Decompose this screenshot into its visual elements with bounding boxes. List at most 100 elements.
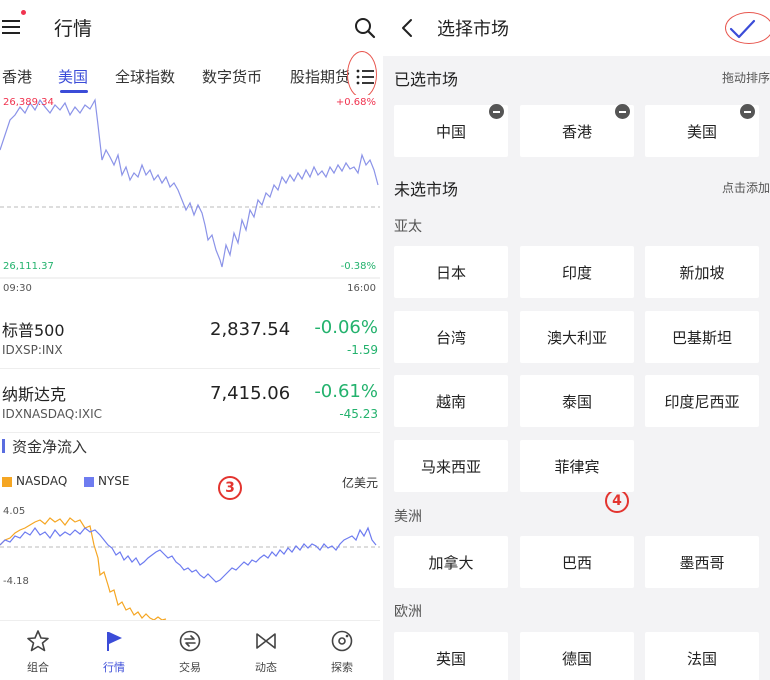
nav-portfolio[interactable]: 组合 xyxy=(0,621,76,680)
tab-hongkong[interactable]: 香港 xyxy=(2,66,32,87)
trade-icon xyxy=(179,630,201,652)
market-label: 菲律宾 xyxy=(554,458,600,476)
tab-usa[interactable]: 美国 xyxy=(58,66,88,87)
group-title-europe: 欧洲 xyxy=(394,604,422,620)
chart-high-pct: +0.68% xyxy=(335,97,376,108)
remove-icon[interactable] xyxy=(615,104,630,119)
selected-markets-title: 已选市场 xyxy=(394,70,459,89)
capital-flow-chart: 4.05 -4.18 xyxy=(0,500,380,621)
market-cell[interactable]: 台湾 xyxy=(394,311,508,363)
tab-global-index[interactable]: 全球指数 xyxy=(115,66,175,87)
market-cell[interactable]: 印度尼西亚 xyxy=(645,375,759,427)
market-label: 中国 xyxy=(435,123,466,141)
market-label: 越南 xyxy=(435,393,466,411)
index-change-value: -1.59 xyxy=(346,343,378,357)
page-title: 选择市场 xyxy=(437,19,509,40)
market-label: 加拿大 xyxy=(428,554,474,572)
index-change-value: -45.23 xyxy=(339,407,378,421)
nasdaq-swatch xyxy=(2,477,12,487)
step-badge-4: 4 xyxy=(605,489,629,513)
group-title-asia-pacific: 亚太 xyxy=(394,219,422,235)
market-label: 印度 xyxy=(561,264,592,282)
market-label: 香港 xyxy=(561,123,592,141)
nyse-swatch xyxy=(84,477,94,487)
nav-quotes[interactable]: 行情 xyxy=(76,621,152,680)
nav-trade[interactable]: 交易 xyxy=(152,621,228,680)
market-label: 美国 xyxy=(686,123,717,141)
market-quotes-screen: 行情 香港 美国 全球指数 数字货币 股指期货 26,389.34 +0.68% xyxy=(0,0,380,680)
market-cell[interactable]: 印度 xyxy=(520,246,634,298)
search-icon[interactable] xyxy=(354,17,376,39)
select-market-screen: 选择市场 已选市场 拖动排序 未选市场 点击添加 亚太 美洲 欧洲 4 中国 香港… xyxy=(383,0,770,680)
index-row-nasdaq[interactable]: 纳斯达克 IDXNASDAQ:IXIC 7,415.06 -0.61% -45.… xyxy=(0,369,380,433)
market-label: 巴西 xyxy=(561,554,592,572)
market-cell[interactable]: 泰国 xyxy=(520,375,634,427)
market-cell[interactable]: 香港 xyxy=(520,104,634,157)
unselected-markets-header: 未选市场 点击添加 xyxy=(383,168,770,204)
market-cell[interactable]: 法国 xyxy=(645,632,759,680)
index-change-pct: -0.61% xyxy=(314,381,378,402)
nyse-flow-line xyxy=(0,526,377,583)
menu-icon[interactable] xyxy=(2,16,24,38)
market-cell[interactable]: 德国 xyxy=(520,632,634,680)
chart-high-label: 26,389.34 xyxy=(3,97,54,108)
market-label: 巴基斯坦 xyxy=(671,329,732,347)
nav-label: 行情 xyxy=(103,661,125,674)
bowtie-icon xyxy=(256,633,276,649)
market-cell[interactable]: 墨西哥 xyxy=(645,536,759,588)
market-cell[interactable]: 巴西 xyxy=(520,536,634,588)
chart-low-pct: -0.38% xyxy=(340,261,376,272)
chart-start-time: 09:30 xyxy=(3,283,32,294)
market-label: 印度尼西亚 xyxy=(664,393,740,411)
remove-icon[interactable] xyxy=(489,104,504,119)
explore-icon xyxy=(331,630,353,652)
market-cell[interactable]: 英国 xyxy=(394,632,508,680)
market-cell[interactable]: 马来西亚 xyxy=(394,440,508,492)
market-cell[interactable]: 巴基斯坦 xyxy=(645,311,759,363)
market-cell[interactable]: 澳大利亚 xyxy=(520,311,634,363)
top-bar: 行情 xyxy=(0,0,380,56)
market-cell[interactable]: 越南 xyxy=(394,375,508,427)
flow-max-label: 4.05 xyxy=(3,506,26,517)
capital-flow-unit: 亿美元 xyxy=(341,476,378,490)
active-tab-indicator xyxy=(60,90,88,93)
drag-sort-hint: 拖动排序 xyxy=(721,71,770,85)
market-cell[interactable]: 日本 xyxy=(394,246,508,298)
market-label: 英国 xyxy=(435,650,466,668)
market-label: 台湾 xyxy=(435,329,466,347)
tab-crypto[interactable]: 数字货币 xyxy=(202,66,262,87)
remove-icon[interactable] xyxy=(740,104,755,119)
unselected-markets-title: 未选市场 xyxy=(394,180,459,199)
nav-feed[interactable]: 动态 xyxy=(228,621,304,680)
flag-icon xyxy=(107,632,122,651)
chart-end-time: 16:00 xyxy=(347,283,376,294)
chart-low-label: 26,111.37 xyxy=(3,261,54,272)
index-change-pct: -0.06% xyxy=(314,317,378,338)
market-cell[interactable]: 美国 xyxy=(645,104,759,157)
capital-flow-header: 资金净流入 xyxy=(0,434,380,458)
tab-index-futures[interactable]: 股指期货 xyxy=(290,66,350,87)
notification-dot xyxy=(21,10,26,15)
index-price-line xyxy=(0,98,379,268)
back-icon[interactable] xyxy=(397,16,417,40)
market-label: 澳大利亚 xyxy=(546,329,607,347)
legend-nasdaq: NASDAQ xyxy=(16,474,68,488)
nav-explore[interactable]: 探索 xyxy=(304,621,380,680)
flow-min-label: -4.18 xyxy=(3,576,29,587)
index-intraday-chart: 26,389.34 +0.68% 26,111.37 -0.38% 09:30 … xyxy=(0,95,380,300)
market-label: 新加坡 xyxy=(679,264,725,282)
section-marker xyxy=(2,439,5,453)
top-bar: 选择市场 xyxy=(383,0,770,56)
index-price: 2,837.54 xyxy=(210,319,291,340)
market-cell[interactable]: 新加坡 xyxy=(645,246,759,298)
nasdaq-flow-line xyxy=(0,517,167,621)
market-label: 泰国 xyxy=(561,393,592,411)
nav-label: 组合 xyxy=(27,661,49,674)
market-label: 日本 xyxy=(435,264,466,282)
step-badge-3: 3 xyxy=(218,476,242,500)
market-cell[interactable]: 中国 xyxy=(394,104,508,157)
index-row-sp500[interactable]: 标普500 IDXSP:INX 2,837.54 -0.06% -1.59 xyxy=(0,305,380,369)
annotation-circle xyxy=(347,51,377,98)
market-cell[interactable]: 菲律宾 xyxy=(520,440,634,492)
market-cell[interactable]: 加拿大 xyxy=(394,536,508,588)
